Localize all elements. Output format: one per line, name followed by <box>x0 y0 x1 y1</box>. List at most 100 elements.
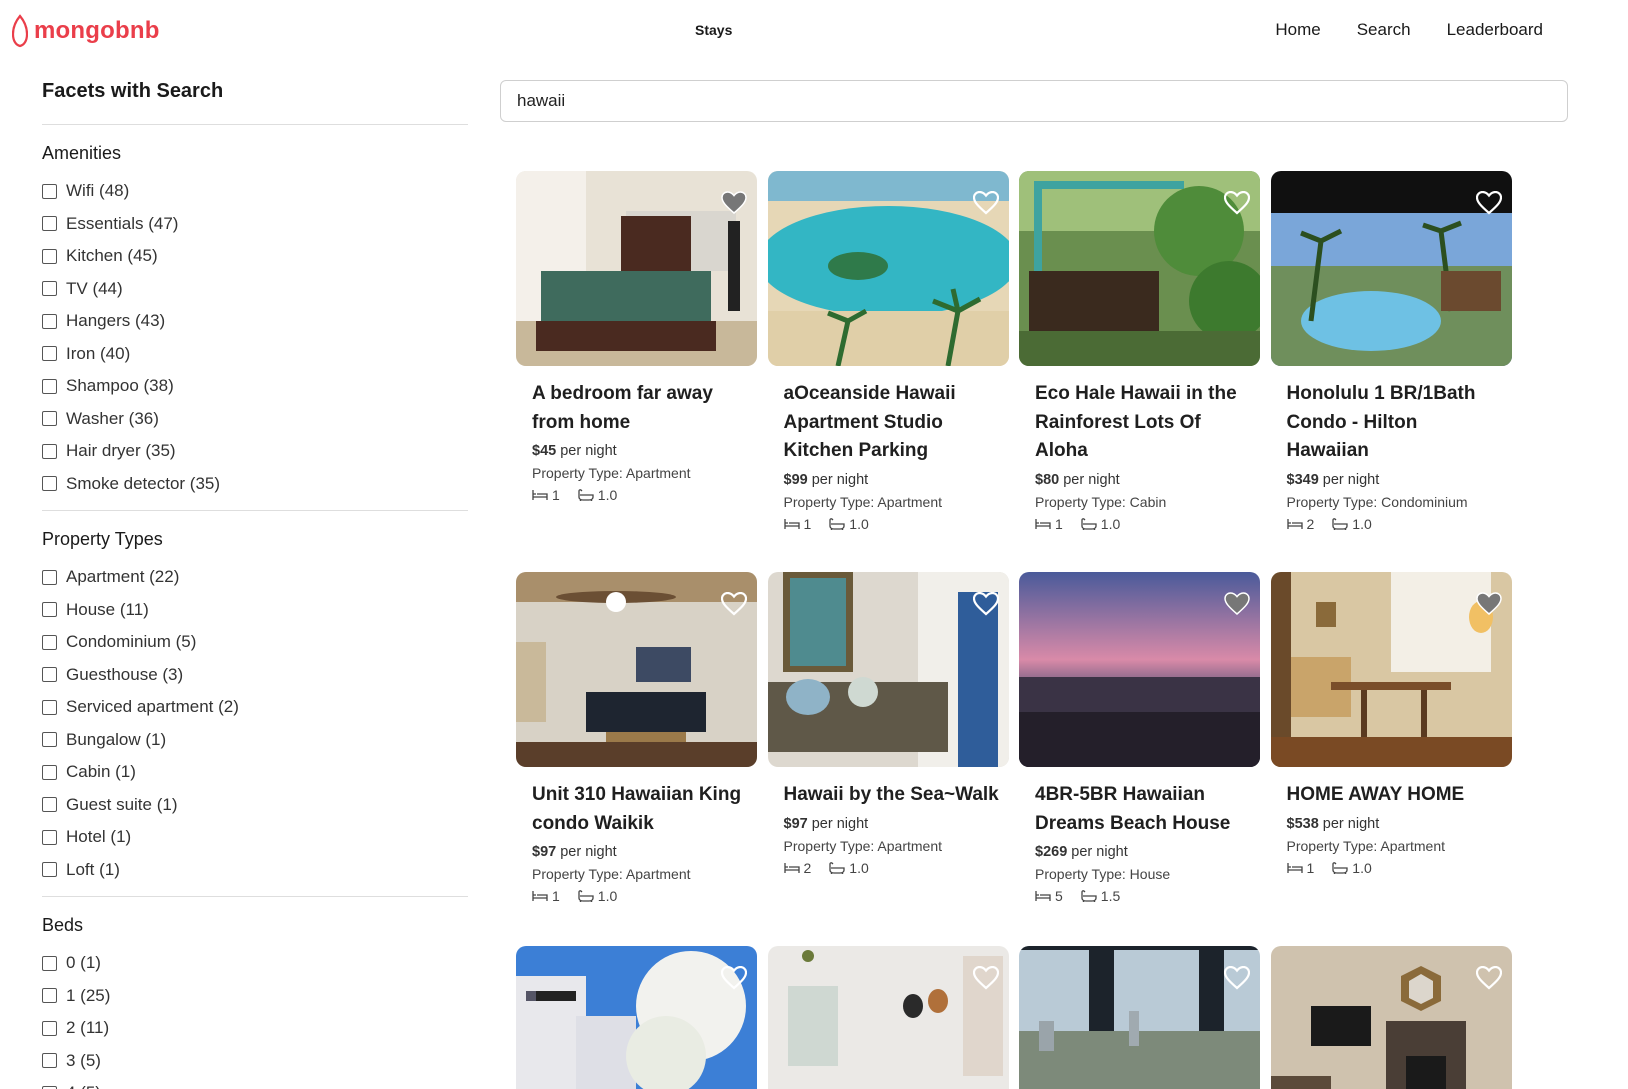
heart-filled-icon[interactable] <box>1224 592 1250 616</box>
listing-photo[interactable] <box>516 946 757 1089</box>
facet-checkbox[interactable] <box>42 764 57 780</box>
facet-checkbox[interactable] <box>42 829 57 845</box>
nav-stays[interactable]: Stays <box>695 22 732 38</box>
listing-title[interactable]: Unit 310 Hawaiian King condo Waikik <box>516 781 757 838</box>
facet-option[interactable]: House (11) <box>42 594 468 627</box>
listing-card[interactable]: HOME AWAY HOME $538 per night Property T… <box>1270 572 1512 876</box>
listing-card[interactable] <box>1019 946 1260 1089</box>
facet-checkbox[interactable] <box>42 281 57 297</box>
listing-photo[interactable] <box>1270 171 1512 366</box>
listing-photo[interactable] <box>1019 171 1260 366</box>
facet-option[interactable]: 2 (11) <box>42 1012 468 1045</box>
facet-option[interactable]: Washer (36) <box>42 403 468 436</box>
facet-option[interactable]: 4 (5) <box>42 1077 468 1089</box>
listing-photo[interactable] <box>1270 946 1512 1089</box>
facet-option[interactable]: Wifi (48) <box>42 175 468 208</box>
listing-card[interactable]: 4BR-5BR Hawaiian Dreams Beach House $269… <box>1019 572 1260 904</box>
listing-card[interactable] <box>516 946 757 1089</box>
facet-checkbox[interactable] <box>42 411 57 427</box>
facet-checkbox[interactable] <box>42 346 57 362</box>
listing-title[interactable]: 4BR-5BR Hawaiian Dreams Beach House <box>1019 781 1260 838</box>
heart-icon[interactable] <box>1224 966 1250 990</box>
facet-option[interactable]: Shampoo (38) <box>42 370 468 403</box>
listing-card[interactable]: Unit 310 Hawaiian King condo Waikik $97 … <box>516 572 757 904</box>
nav-home[interactable]: Home <box>1275 20 1320 40</box>
listing-title[interactable]: A bedroom far away from home <box>516 380 757 437</box>
heart-icon[interactable] <box>972 966 999 990</box>
listing-title[interactable]: aOceanside Hawaii Apartment Studio Kitch… <box>768 380 1009 466</box>
facet-option[interactable]: Serviced apartment (2) <box>42 691 468 724</box>
facet-option[interactable]: Hangers (43) <box>42 305 468 338</box>
nav-leaderboard[interactable]: Leaderboard <box>1447 20 1543 40</box>
facet-option-label: Smoke detector (35) <box>66 473 221 493</box>
facet-checkbox[interactable] <box>42 797 57 813</box>
listing-card[interactable]: A bedroom far away from home $45 per nig… <box>516 171 757 503</box>
facet-checkbox[interactable] <box>42 476 57 492</box>
listing-card[interactable] <box>1270 946 1512 1089</box>
listing-card[interactable]: Eco Hale Hawaii in the Rainforest Lots O… <box>1019 171 1260 532</box>
listing-card[interactable]: aOceanside Hawaii Apartment Studio Kitch… <box>767 171 1009 532</box>
facet-checkbox[interactable] <box>42 667 57 683</box>
listing-title[interactable]: Eco Hale Hawaii in the Rainforest Lots O… <box>1019 380 1260 466</box>
facet-checkbox[interactable] <box>42 1020 57 1036</box>
facet-option[interactable]: Loft (1) <box>42 854 468 887</box>
facet-option[interactable]: Guesthouse (3) <box>42 659 468 692</box>
nav-search[interactable]: Search <box>1357 20 1411 40</box>
facet-option[interactable]: Kitchen (45) <box>42 240 468 273</box>
heart-filled-icon[interactable] <box>1475 592 1502 616</box>
listing-photo[interactable] <box>1270 572 1512 767</box>
listing-card[interactable] <box>767 946 1009 1089</box>
listing-photo[interactable] <box>1019 572 1260 767</box>
facet-checkbox[interactable] <box>42 634 57 650</box>
listing-photo[interactable] <box>767 572 1009 767</box>
facet-option[interactable]: 0 (1) <box>42 947 468 980</box>
facet-checkbox[interactable] <box>42 732 57 748</box>
heart-icon[interactable] <box>1475 191 1502 215</box>
heart-icon[interactable] <box>1475 966 1502 990</box>
heart-icon[interactable] <box>1224 191 1250 215</box>
listing-card[interactable]: Honolulu 1 BR/1Bath Condo - Hilton Hawai… <box>1270 171 1512 532</box>
facet-checkbox[interactable] <box>42 216 57 232</box>
facet-option[interactable]: Cabin (1) <box>42 756 468 789</box>
facet-checkbox[interactable] <box>42 248 57 264</box>
listing-photo[interactable] <box>1019 946 1260 1089</box>
facet-checkbox[interactable] <box>42 443 57 459</box>
heart-icon[interactable] <box>972 592 999 616</box>
facet-checkbox[interactable] <box>42 313 57 329</box>
facet-checkbox[interactable] <box>42 699 57 715</box>
listing-photo[interactable] <box>767 946 1009 1089</box>
facet-checkbox[interactable] <box>42 862 57 878</box>
facet-checkbox[interactable] <box>42 602 57 618</box>
listing-title[interactable]: HOME AWAY HOME <box>1271 781 1512 810</box>
listing-title[interactable]: Honolulu 1 BR/1Bath Condo - Hilton Hawai… <box>1271 380 1512 466</box>
listing-card[interactable]: Hawaii by the Sea~Walk $97 per night Pro… <box>767 572 1009 876</box>
brand-logo[interactable]: mongobnb <box>12 14 160 48</box>
facet-option[interactable]: Iron (40) <box>42 338 468 371</box>
facet-option[interactable]: Bungalow (1) <box>42 724 468 757</box>
facet-option[interactable]: 3 (5) <box>42 1045 468 1078</box>
facet-checkbox[interactable] <box>42 183 57 199</box>
listing-photo[interactable] <box>516 171 757 366</box>
facet-checkbox[interactable] <box>42 988 57 1004</box>
facet-checkbox[interactable] <box>42 955 57 971</box>
facet-option[interactable]: Smoke detector (35) <box>42 468 468 501</box>
facet-option[interactable]: Apartment (22) <box>42 561 468 594</box>
facet-option[interactable]: Essentials (47) <box>42 208 468 241</box>
heart-icon[interactable] <box>721 592 747 616</box>
heart-icon[interactable] <box>721 966 747 990</box>
heart-icon[interactable] <box>972 191 999 215</box>
facet-option[interactable]: 1 (25) <box>42 980 468 1013</box>
facet-checkbox[interactable] <box>42 569 57 585</box>
facet-option[interactable]: Condominium (5) <box>42 626 468 659</box>
listing-title[interactable]: Hawaii by the Sea~Walk <box>768 781 1009 810</box>
search-input[interactable] <box>500 80 1568 122</box>
facet-option[interactable]: Guest suite (1) <box>42 789 468 822</box>
heart-filled-icon[interactable] <box>721 191 747 215</box>
facet-option[interactable]: Hotel (1) <box>42 821 468 854</box>
facet-checkbox[interactable] <box>42 1053 57 1069</box>
facet-option[interactable]: TV (44) <box>42 273 468 306</box>
facet-option[interactable]: Hair dryer (35) <box>42 435 468 468</box>
listing-photo[interactable] <box>767 171 1009 366</box>
facet-checkbox[interactable] <box>42 378 57 394</box>
listing-photo[interactable] <box>516 572 757 767</box>
